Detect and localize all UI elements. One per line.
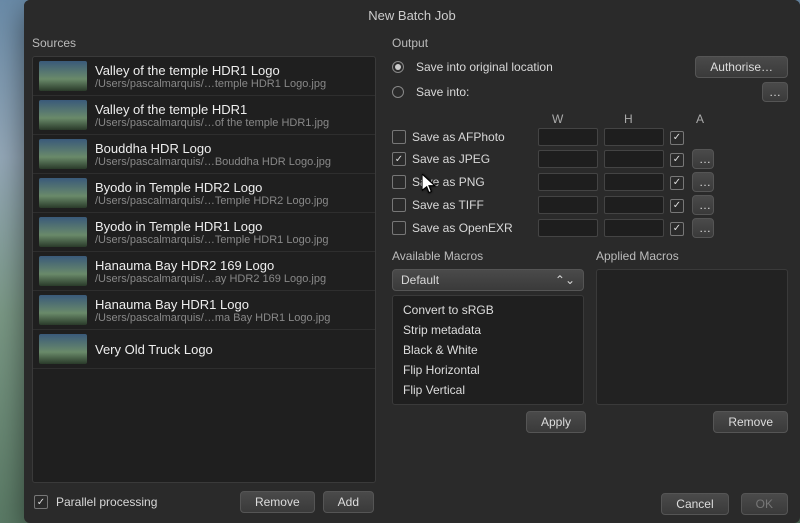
source-path: /Users/pascalmarquis/…ay HDR2 169 Logo.j… [95, 273, 369, 285]
ok-button[interactable]: OK [741, 493, 788, 515]
macro-remove-button[interactable]: Remove [713, 411, 788, 433]
source-thumbnail [39, 295, 87, 325]
source-path: /Users/pascalmarquis/…temple HDR1 Logo.j… [95, 78, 369, 90]
format-aspect-checkbox[interactable] [670, 222, 684, 236]
col-h: H [624, 112, 696, 126]
format-row: Save as PNG … [392, 172, 788, 192]
source-row[interactable]: Byodo in Temple HDR2 Logo/Users/pascalma… [33, 174, 375, 213]
radio-save-into-label: Save into: [416, 85, 756, 99]
available-macros-list[interactable]: Convert to sRGBStrip metadataBlack & Whi… [392, 295, 584, 405]
format-width-input[interactable] [538, 150, 598, 168]
format-height-input[interactable] [604, 128, 664, 146]
col-a: A [696, 112, 722, 126]
batch-job-dialog: New Batch Job Sources Valley of the temp… [24, 0, 800, 523]
format-row: Save as JPEG … [392, 149, 788, 169]
format-label: Save as TIFF [412, 198, 484, 212]
source-thumbnail [39, 178, 87, 208]
cancel-button[interactable]: Cancel [661, 493, 728, 515]
format-row: Save as AFPhoto [392, 128, 788, 146]
source-title: Very Old Truck Logo [95, 342, 369, 357]
source-title: Bouddha HDR Logo [95, 141, 369, 156]
sources-list[interactable]: Valley of the temple HDR1 Logo/Users/pas… [32, 56, 376, 483]
authorise-button[interactable]: Authorise… [695, 56, 788, 78]
macro-item[interactable]: Flip Horizontal [393, 360, 583, 380]
format-checkbox[interactable] [392, 221, 406, 235]
source-row[interactable]: Valley of the temple HDR1 Logo/Users/pas… [33, 57, 375, 96]
sources-remove-button[interactable]: Remove [240, 491, 315, 513]
format-checkbox[interactable] [392, 198, 406, 212]
source-thumbnail [39, 61, 87, 91]
format-checkbox[interactable] [392, 130, 406, 144]
applied-macros-label: Applied Macros [596, 249, 788, 263]
chevron-updown-icon: ⌃⌄ [555, 273, 575, 287]
format-row: Save as TIFF … [392, 195, 788, 215]
available-macros-label: Available Macros [392, 249, 584, 263]
macro-item[interactable]: Strip metadata [393, 320, 583, 340]
format-height-input[interactable] [604, 173, 664, 191]
format-options-button[interactable]: … [692, 195, 714, 215]
format-width-input[interactable] [538, 173, 598, 191]
macro-item[interactable]: Black & White [393, 340, 583, 360]
source-title: Valley of the temple HDR1 Logo [95, 63, 369, 78]
macro-library-select[interactable]: Default ⌃⌄ [392, 269, 584, 291]
output-label: Output [392, 36, 788, 50]
source-row[interactable]: Valley of the temple HDR1/Users/pascalma… [33, 96, 375, 135]
source-title: Valley of the temple HDR1 [95, 102, 369, 117]
source-row[interactable]: Byodo in Temple HDR1 Logo/Users/pascalma… [33, 213, 375, 252]
source-thumbnail [39, 217, 87, 247]
sources-label: Sources [32, 36, 376, 50]
format-label: Save as PNG [412, 175, 485, 189]
applied-macros-list[interactable] [596, 269, 788, 405]
format-width-input[interactable] [538, 196, 598, 214]
radio-original-label: Save into original location [416, 60, 689, 74]
source-path: /Users/pascalmarquis/…ma Bay HDR1 Logo.j… [95, 312, 369, 324]
save-into-browse-button[interactable]: … [762, 82, 788, 102]
format-height-input[interactable] [604, 196, 664, 214]
parallel-label: Parallel processing [56, 495, 157, 509]
parallel-checkbox[interactable] [34, 495, 48, 509]
col-w: W [552, 112, 624, 126]
source-title: Hanauma Bay HDR2 169 Logo [95, 258, 369, 273]
macro-apply-button[interactable]: Apply [526, 411, 586, 433]
format-aspect-checkbox[interactable] [670, 153, 684, 167]
format-label: Save as JPEG [412, 152, 490, 166]
source-title: Byodo in Temple HDR1 Logo [95, 219, 369, 234]
format-options-button[interactable]: … [692, 149, 714, 169]
source-row[interactable]: Bouddha HDR Logo/Users/pascalmarquis/…Bo… [33, 135, 375, 174]
source-thumbnail [39, 334, 87, 364]
source-row[interactable]: Hanauma Bay HDR2 169 Logo/Users/pascalma… [33, 252, 375, 291]
source-row[interactable]: Very Old Truck Logo [33, 330, 375, 369]
format-width-input[interactable] [538, 219, 598, 237]
source-path: /Users/pascalmarquis/…Bouddha HDR Logo.j… [95, 156, 369, 168]
sources-add-button[interactable]: Add [323, 491, 374, 513]
source-thumbnail [39, 100, 87, 130]
format-height-input[interactable] [604, 219, 664, 237]
format-options-button[interactable]: … [692, 218, 714, 238]
format-options-button[interactable]: … [692, 172, 714, 192]
format-aspect-checkbox[interactable] [670, 176, 684, 190]
format-height-input[interactable] [604, 150, 664, 168]
source-path: /Users/pascalmarquis/…Temple HDR2 Logo.j… [95, 195, 369, 207]
source-thumbnail [39, 139, 87, 169]
source-row[interactable]: Hanauma Bay HDR1 Logo/Users/pascalmarqui… [33, 291, 375, 330]
format-row: Save as OpenEXR … [392, 218, 788, 238]
format-aspect-checkbox[interactable] [670, 131, 684, 145]
source-path: /Users/pascalmarquis/…of the temple HDR1… [95, 117, 369, 129]
source-title: Hanauma Bay HDR1 Logo [95, 297, 369, 312]
radio-original-location[interactable] [392, 61, 404, 73]
macro-item[interactable]: Flip Vertical [393, 380, 583, 400]
format-checkbox[interactable] [392, 152, 406, 166]
radio-save-into[interactable] [392, 86, 404, 98]
format-width-input[interactable] [538, 128, 598, 146]
source-title: Byodo in Temple HDR2 Logo [95, 180, 369, 195]
macro-item[interactable]: Convert to sRGB [393, 300, 583, 320]
format-aspect-checkbox[interactable] [670, 199, 684, 213]
source-path: /Users/pascalmarquis/…Temple HDR1 Logo.j… [95, 234, 369, 246]
format-label: Save as OpenEXR [412, 221, 513, 235]
dialog-title: New Batch Job [24, 0, 800, 32]
format-checkbox[interactable] [392, 175, 406, 189]
macro-library-value: Default [401, 273, 439, 287]
format-label: Save as AFPhoto [412, 130, 505, 144]
source-thumbnail [39, 256, 87, 286]
